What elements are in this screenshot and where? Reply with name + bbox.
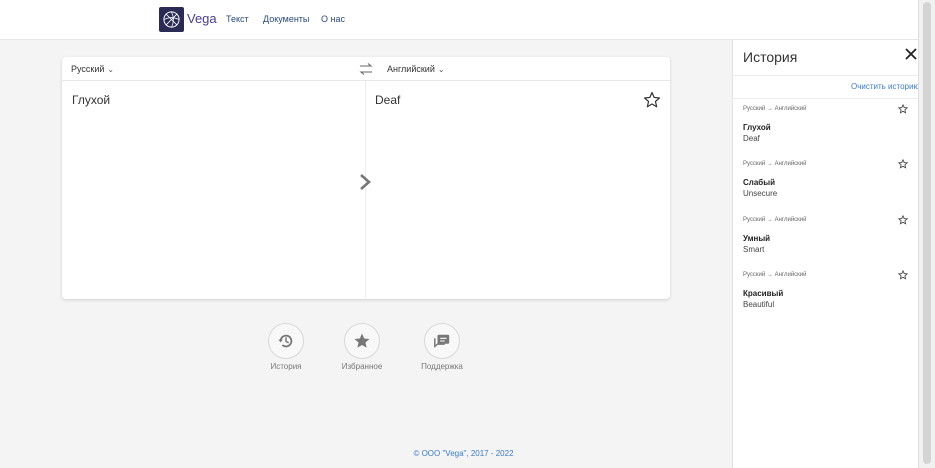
history-item-direction: Русский → Английский [743, 106, 807, 112]
history-button[interactable] [268, 323, 304, 359]
history-label: История [270, 362, 302, 371]
translator-card: Русский ⌄ Английский ⌄ Глухой Deaf [62, 57, 670, 299]
history-item-target: Deaf [743, 134, 760, 143]
history-item-source: Красивый [743, 289, 784, 298]
clear-history-link[interactable]: Очистить историю [851, 82, 919, 91]
support-icon [434, 334, 450, 348]
favorite-star-icon[interactable] [643, 91, 661, 109]
support-label: Поддержка [421, 362, 463, 371]
history-item-direction: Русский → Английский [743, 161, 807, 167]
source-text-input[interactable]: Глухой [72, 93, 110, 107]
history-panel-title: История [743, 49, 798, 65]
source-language-select[interactable]: Русский ⌄ [71, 64, 114, 74]
translation-output: Deaf [375, 93, 401, 107]
divider [733, 98, 919, 99]
favorites-label: Избранное [341, 362, 383, 371]
history-item-target: Beautiful [743, 300, 775, 309]
divider [733, 75, 919, 76]
history-item-direction: Русский → Английский [743, 217, 807, 223]
nav-documents[interactable]: Документы [263, 14, 309, 24]
scrollbar-thumb[interactable] [923, 2, 931, 464]
brand-name[interactable]: Vega [187, 11, 217, 26]
star-outline-icon[interactable] [898, 270, 908, 280]
history-item-target: Smart [743, 245, 765, 254]
history-icon [278, 334, 293, 348]
support-button[interactable] [424, 323, 460, 359]
history-item-source: Глухой [743, 123, 771, 132]
star-icon [354, 333, 370, 348]
swap-languages-icon[interactable] [359, 62, 373, 76]
history-item-source: Слабый [743, 178, 775, 187]
history-item[interactable]: Русский → Английский Умный Smart [733, 215, 919, 272]
target-language-select[interactable]: Английский ⌄ [387, 64, 445, 74]
close-icon[interactable] [905, 48, 917, 60]
star-outline-icon[interactable] [898, 104, 908, 114]
history-item-direction: Русский → Английский [743, 272, 807, 278]
source-language-label: Русский [71, 64, 105, 74]
page-scrollbar[interactable] [918, 0, 935, 468]
star-outline-icon[interactable] [898, 159, 908, 169]
vega-logo-icon[interactable] [159, 7, 184, 32]
chevron-down-icon: ⌄ [437, 65, 445, 74]
history-item[interactable]: Русский → Английский Слабый Unsecure [733, 159, 919, 216]
nav-text[interactable]: Текст [226, 14, 249, 24]
star-outline-icon[interactable] [898, 215, 908, 225]
history-panel: История Очистить историю Русский → Англи… [732, 40, 919, 468]
target-language-label: Английский [387, 64, 435, 74]
chevron-right-icon [360, 174, 371, 190]
language-row: Русский ⌄ Английский ⌄ [62, 57, 670, 81]
history-item[interactable]: Русский → Английский Красивый Beautiful [733, 270, 919, 327]
favorites-button[interactable] [344, 323, 380, 359]
top-bar: Vega Текст Документы О нас [0, 0, 935, 40]
history-item-target: Unsecure [743, 189, 778, 198]
history-item-source: Умный [743, 234, 771, 243]
history-item[interactable]: Русский → Английский Глухой Deaf [733, 104, 919, 161]
nav-about[interactable]: О нас [321, 14, 345, 24]
chevron-down-icon: ⌄ [107, 65, 115, 74]
